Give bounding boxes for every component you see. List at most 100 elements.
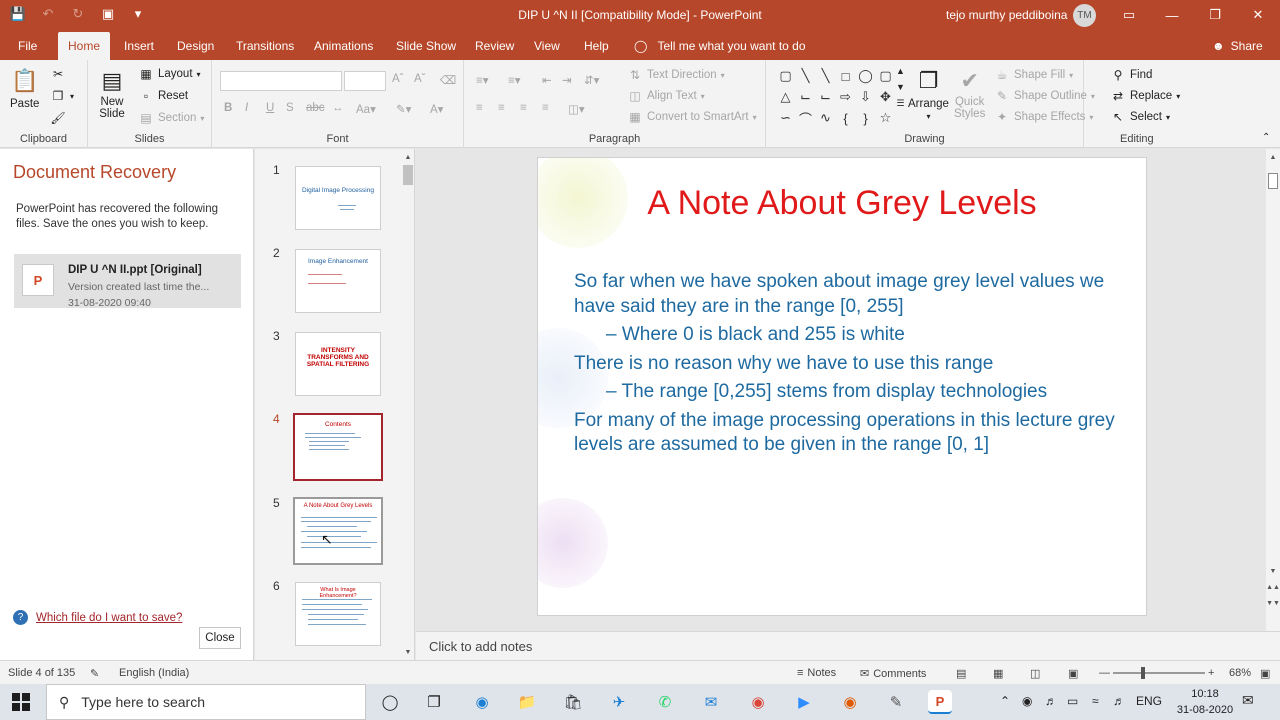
notes-pane[interactable]: Click to add notes (416, 631, 1280, 660)
app-icon[interactable]: ✈ (607, 690, 631, 714)
share-button[interactable]: ☻ Share (1212, 32, 1263, 60)
font-size-combo[interactable] (344, 71, 386, 91)
tab-slide-show[interactable]: Slide Show (386, 32, 466, 60)
current-slide[interactable]: A Note About Grey Levels So far when we … (537, 157, 1147, 616)
scroll-down-icon[interactable]: ▼ (402, 646, 414, 658)
tab-view[interactable]: View (524, 32, 570, 60)
next-slide-icon[interactable]: ▼▼ (1266, 597, 1280, 609)
shape-outline-button[interactable]: ✎ Shape Outline ▾ (994, 88, 1095, 104)
minimize-icon[interactable]: — (1160, 4, 1184, 26)
avatar[interactable]: TM (1073, 4, 1096, 27)
decrease-font-icon[interactable]: Aˇ (414, 73, 426, 85)
tab-review[interactable]: Review (465, 32, 524, 60)
bullets-icon[interactable]: ≡▾ (476, 73, 488, 87)
select-button[interactable]: ↖ Select ▾ (1110, 109, 1170, 125)
character-spacing-icon[interactable]: ↔ (332, 102, 344, 114)
section-button[interactable]: ▤ Section ▾ (138, 110, 204, 126)
scroll-up-icon[interactable]: ▲ (1267, 151, 1279, 163)
zoom-slider[interactable] (1113, 667, 1205, 679)
task-view-icon[interactable]: ❐ (422, 690, 446, 714)
slide-thumbnail-2[interactable]: Image Enhancement (295, 249, 381, 313)
microphone-icon[interactable]: ♬ (1045, 694, 1057, 708)
justify-icon[interactable]: ≡ (542, 102, 549, 114)
tab-help[interactable]: Help (574, 32, 619, 60)
slide-body[interactable]: So far when we have spoken about image g… (574, 270, 1134, 462)
align-text-button[interactable]: ◫ Align Text ▾ (627, 88, 704, 104)
increase-indent-icon[interactable]: ⇥ (562, 73, 572, 87)
italic-icon[interactable]: I (245, 102, 248, 114)
normal-view-icon[interactable]: ▤ (956, 667, 966, 680)
scroll-up-icon[interactable]: ▲ (402, 151, 414, 163)
text-direction-button[interactable]: ⇅ Text Direction ▾ (627, 67, 725, 83)
new-slide-button[interactable]: ▤ New Slide (98, 66, 126, 120)
scrollbar-thumb[interactable] (403, 165, 413, 185)
columns-icon[interactable]: ◫▾ (568, 102, 585, 116)
cortana-icon[interactable]: ◯ (378, 690, 402, 714)
bold-icon[interactable]: B (224, 102, 232, 114)
fit-slide-icon[interactable]: ▣ (1260, 667, 1270, 680)
accessibility-icon[interactable]: ✎ (90, 667, 99, 680)
format-painter-icon[interactable]: 🖌 (50, 110, 66, 126)
highlight-icon[interactable]: ✎▾ (396, 102, 411, 116)
collapse-ribbon-icon[interactable]: ⌃ (1262, 132, 1270, 143)
tab-home[interactable]: Home (58, 32, 111, 60)
show-hidden-icons[interactable]: ⌃ (1000, 694, 1010, 708)
underline-icon[interactable]: U (266, 102, 274, 114)
powerpoint-taskbar-icon[interactable]: P (928, 690, 952, 714)
shape-effects-button[interactable]: ✦ Shape Effects ▾ (994, 109, 1093, 125)
edge-icon[interactable]: ◉ (470, 690, 494, 714)
tab-file[interactable]: File (8, 32, 47, 60)
strikethrough-icon[interactable]: abc (306, 102, 325, 114)
store-icon[interactable]: 🛍 (561, 690, 585, 714)
mail-icon[interactable]: ✉ (699, 690, 723, 714)
whatsapp-icon[interactable]: ✆ (653, 690, 677, 714)
slide-thumbnail-3[interactable]: INTENSITY TRANSFORMS AND SPATIAL FILTERI… (295, 332, 381, 396)
convert-smartart-button[interactable]: ▦ Convert to SmartArt ▾ (627, 109, 756, 125)
notes-button[interactable]: ≡ Notes (797, 667, 836, 679)
taskbar-search-box[interactable]: ⚲ Type here to search (46, 684, 366, 720)
align-right-icon[interactable]: ≡ (520, 102, 527, 114)
align-left-icon[interactable]: ≡ (476, 102, 483, 114)
slide-thumbnail-1[interactable]: Digital Image Processing (295, 166, 381, 230)
input-language[interactable]: ENG (1136, 694, 1162, 708)
slide-sorter-icon[interactable]: ▦ (993, 667, 1003, 680)
which-file-link[interactable]: Which file do I want to save? (36, 612, 182, 624)
shape-fill-button[interactable]: ☕ Shape Fill ▾ (994, 67, 1074, 83)
cut-icon[interactable]: ✂ (50, 66, 66, 82)
shadow-icon[interactable]: S (286, 102, 294, 114)
browser-icon[interactable]: ◉ (838, 690, 862, 714)
tab-animations[interactable]: Animations (304, 32, 383, 60)
numbering-icon[interactable]: ≡▾ (508, 73, 520, 87)
paint-icon[interactable]: ✎ (884, 690, 908, 714)
recovery-close-button[interactable]: Close (199, 627, 241, 649)
font-color-icon[interactable]: A▾ (430, 102, 443, 116)
shapes-scroll[interactable]: ▲ ▼ ☰ (896, 66, 905, 109)
previous-slide-icon[interactable]: ▲▲ (1266, 581, 1280, 593)
file-explorer-icon[interactable]: 📁 (515, 690, 539, 714)
scrollbar-thumb[interactable] (1268, 173, 1278, 189)
slide-thumbnail-6[interactable]: What Is Image Enhancement? (295, 582, 381, 646)
tab-insert[interactable]: Insert (114, 32, 164, 60)
user-name[interactable]: tejo murthy peddiboina (946, 8, 1067, 22)
tab-transitions[interactable]: Transitions (226, 32, 304, 60)
notification-icon[interactable]: ✉ (1242, 692, 1254, 709)
copy-icon[interactable]: ❐ ▾ (50, 88, 74, 104)
volume-icon[interactable]: ♬ (1113, 694, 1125, 708)
tab-design[interactable]: Design (167, 32, 224, 60)
increase-font-icon[interactable]: Aˆ (392, 73, 404, 85)
zoom-app-icon[interactable]: ▶ (792, 690, 816, 714)
tell-me-box[interactable]: ◯ Tell me what you want to do (634, 32, 806, 60)
arrange-button[interactable]: ❐ Arrange ▾ (908, 66, 949, 121)
slide-thumbnail-5[interactable]: A Note About Grey Levels ↖ (293, 497, 383, 565)
align-center-icon[interactable]: ≡ (498, 102, 505, 114)
chrome-icon[interactable]: ◉ (746, 690, 770, 714)
language-indicator[interactable]: English (India) (119, 667, 189, 679)
paste-button[interactable]: 📋 Paste (10, 66, 39, 110)
replace-button[interactable]: ⇄ Replace ▾ (1110, 88, 1180, 104)
battery-icon[interactable]: ▭ (1067, 694, 1078, 708)
decrease-indent-icon[interactable]: ⇤ (542, 73, 552, 87)
reading-view-icon[interactable]: ◫ (1030, 667, 1040, 680)
slide-show-view-icon[interactable]: ▣ (1068, 667, 1078, 680)
ribbon-display-options-icon[interactable]: ▭ (1117, 4, 1141, 26)
scroll-down-icon[interactable]: ▼ (1267, 565, 1279, 577)
